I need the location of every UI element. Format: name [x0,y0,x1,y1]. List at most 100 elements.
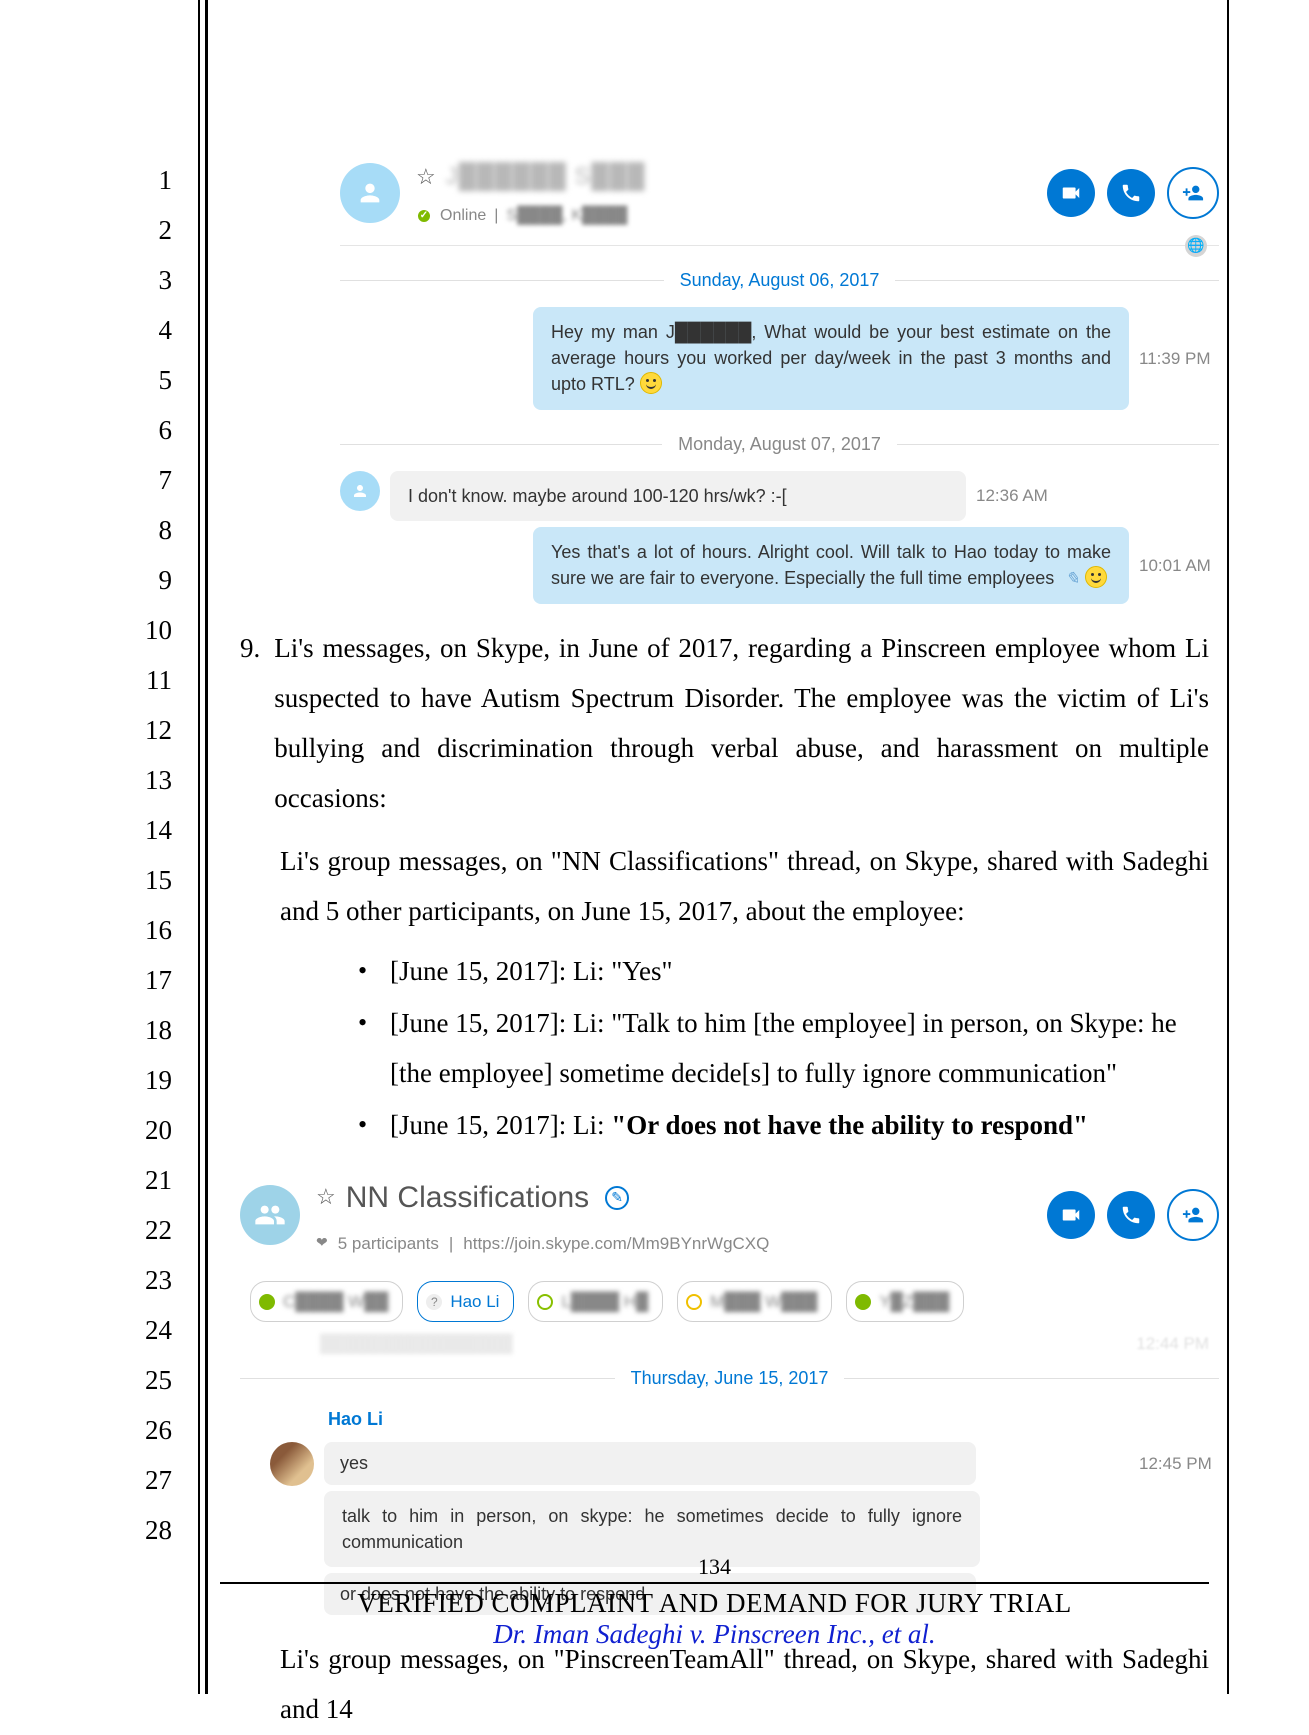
sent-message-2[interactable]: Yes that's a lot of hours. Alright cool.… [533,527,1129,604]
group-avatar[interactable] [240,1185,300,1245]
phone-icon [1120,182,1142,204]
line-number: 9 [159,565,173,596]
participant-chip[interactable]: C████ W██ [250,1281,403,1322]
sent-message-1[interactable]: Hey my man J██████, What would be your b… [533,307,1129,409]
video-icon [1060,1204,1082,1226]
line-number: 23 [145,1265,172,1296]
chip-label: L████ H█ [561,1286,648,1317]
chip-label: M███ W███ [710,1286,817,1317]
contact-avatar[interactable] [340,163,400,223]
line-number: 3 [159,265,173,296]
group-link[interactable]: https://join.skype.com/Mm9BYnrWgCXQ [463,1228,769,1259]
participant-chip[interactable]: M███ W███ [677,1281,832,1322]
status-text: Online [440,201,486,231]
page-number: 134 [220,1554,1209,1580]
skype-group-conversation: ☆ NN Classifications ✎ ❤ 5 participants … [240,1165,1219,1615]
chip-label: Hao Li [450,1286,499,1317]
edited-icon: ✎ [1065,569,1079,588]
paragraph-text: Li's group messages, on "NN Classificati… [280,837,1209,937]
message-row-received: I don't know. maybe around 100-120 hrs/w… [340,471,1219,521]
message-text: Hey my man J██████, What would be your b… [551,322,1111,394]
date-label: Sunday, August 06, 2017 [664,264,896,297]
date-label: Thursday, June 15, 2017 [615,1362,845,1395]
smile-emoji [640,372,662,394]
call-actions [1047,1189,1219,1241]
skype-conversation-1: ☆ J██████ S███ Online | S████, K████ � [340,150,1219,604]
group-name: NN Classifications [346,1170,589,1226]
bullet-item: [June 15, 2017]: Li: "Or does not have t… [350,1101,1209,1151]
date-label: Monday, August 07, 2017 [662,428,897,461]
date-divider: Monday, August 07, 2017 [340,428,1219,461]
participant-chip[interactable]: Y█Z███ [846,1281,964,1322]
line-number: 22 [145,1215,172,1246]
message-row-sent: Hey my man J██████, What would be your b… [340,307,1219,409]
participant-chip[interactable]: L████ H█ [528,1281,663,1322]
video-icon [1060,182,1082,204]
message-row-sent: Yes that's a lot of hours. Alright cool.… [340,527,1219,604]
redacted-timestamp: 12:44 PM [1136,1328,1209,1359]
page-footer: 134 VERIFIED COMPLAINT AND DEMAND FOR JU… [220,1554,1209,1650]
audio-call-button[interactable] [1107,1191,1155,1239]
timestamp: 10:01 AM [1139,550,1219,581]
timestamp: 12:36 AM [976,480,1056,511]
line-number: 16 [145,915,172,946]
legal-pleading-page: 1 2 3 4 5 6 7 8 9 10 11 12 13 14 15 16 1… [0,0,1309,1694]
numbered-paragraph-9: 9. Li's messages, on Skype, in June of 2… [240,624,1209,824]
line-number: 6 [159,415,173,446]
phone-icon [1120,1204,1142,1226]
group-info: ☆ NN Classifications ✎ ❤ 5 participants … [316,1170,1031,1259]
line-number: 1 [159,165,173,196]
line-number: 18 [145,1015,172,1046]
star-icon[interactable]: ☆ [316,1177,336,1218]
add-person-icon [1182,182,1204,204]
footer-case-name: Dr. Iman Sadeghi v. Pinscreen Inc., et a… [220,1619,1209,1650]
sender-photo[interactable] [270,1442,314,1486]
star-icon[interactable]: ☆ [416,157,436,198]
chevron-down-icon[interactable]: ❤ [316,1230,328,1256]
call-actions [1047,167,1219,219]
chip-label: Y█Z███ [879,1286,949,1317]
contact-name-redacted: J██████ S███ [446,155,646,199]
line-number: 8 [159,515,173,546]
sender-avatar[interactable] [340,471,380,511]
line-number: 15 [145,865,172,896]
line-number: 14 [145,815,172,846]
contact-info: ☆ J██████ S███ Online | S████, K████ [416,155,1031,231]
line-number: 4 [159,315,173,346]
bullet-bold: "Or does not have the ability to respond… [611,1110,1088,1140]
line-number: 7 [159,465,173,496]
video-call-button[interactable] [1047,1191,1095,1239]
previous-ghost-row: ████████████████ 12:44 PM [240,1328,1219,1359]
person-icon [356,179,384,207]
bullet-item: [June 15, 2017]: Li: "Talk to him [the e… [350,999,1209,1099]
video-call-button[interactable] [1047,169,1095,217]
line-number: 28 [145,1515,172,1546]
line-number: 24 [145,1315,172,1346]
line-number: 27 [145,1465,172,1496]
line-number: 21 [145,1165,172,1196]
line-number: 17 [145,965,172,996]
message-text: Yes that's a lot of hours. Alright cool.… [551,542,1111,588]
audio-call-button[interactable] [1107,169,1155,217]
edit-name-icon[interactable]: ✎ [605,1186,629,1210]
skype-group-header: ☆ NN Classifications ✎ ❤ 5 participants … [240,1165,1219,1263]
add-contact-button[interactable] [1167,167,1219,219]
line-number: 20 [145,1115,172,1146]
group-icon [254,1199,286,1231]
line-number: 19 [145,1065,172,1096]
bullet-item: [June 15, 2017]: Li: "Yes" [350,947,1209,997]
line-number: 5 [159,365,173,396]
received-message-1[interactable]: I don't know. maybe around 100-120 hrs/w… [390,471,966,521]
line-number: 13 [145,765,172,796]
line-number: 2 [159,215,173,246]
participant-chip-hao-li[interactable]: ?Hao Li [417,1281,514,1322]
skype-header: ☆ J██████ S███ Online | S████, K████ � [340,150,1219,246]
date-divider: Sunday, August 06, 2017 [340,264,1219,297]
margin-rule-3 [1227,0,1229,1694]
add-participant-button[interactable] [1167,1189,1219,1241]
line-number: 12 [145,715,172,746]
bullet-list: [June 15, 2017]: Li: "Yes" [June 15, 201… [350,947,1209,1151]
group-message[interactable]: yes [324,1442,976,1484]
line-number: 26 [145,1415,172,1446]
line-number: 10 [145,615,172,646]
